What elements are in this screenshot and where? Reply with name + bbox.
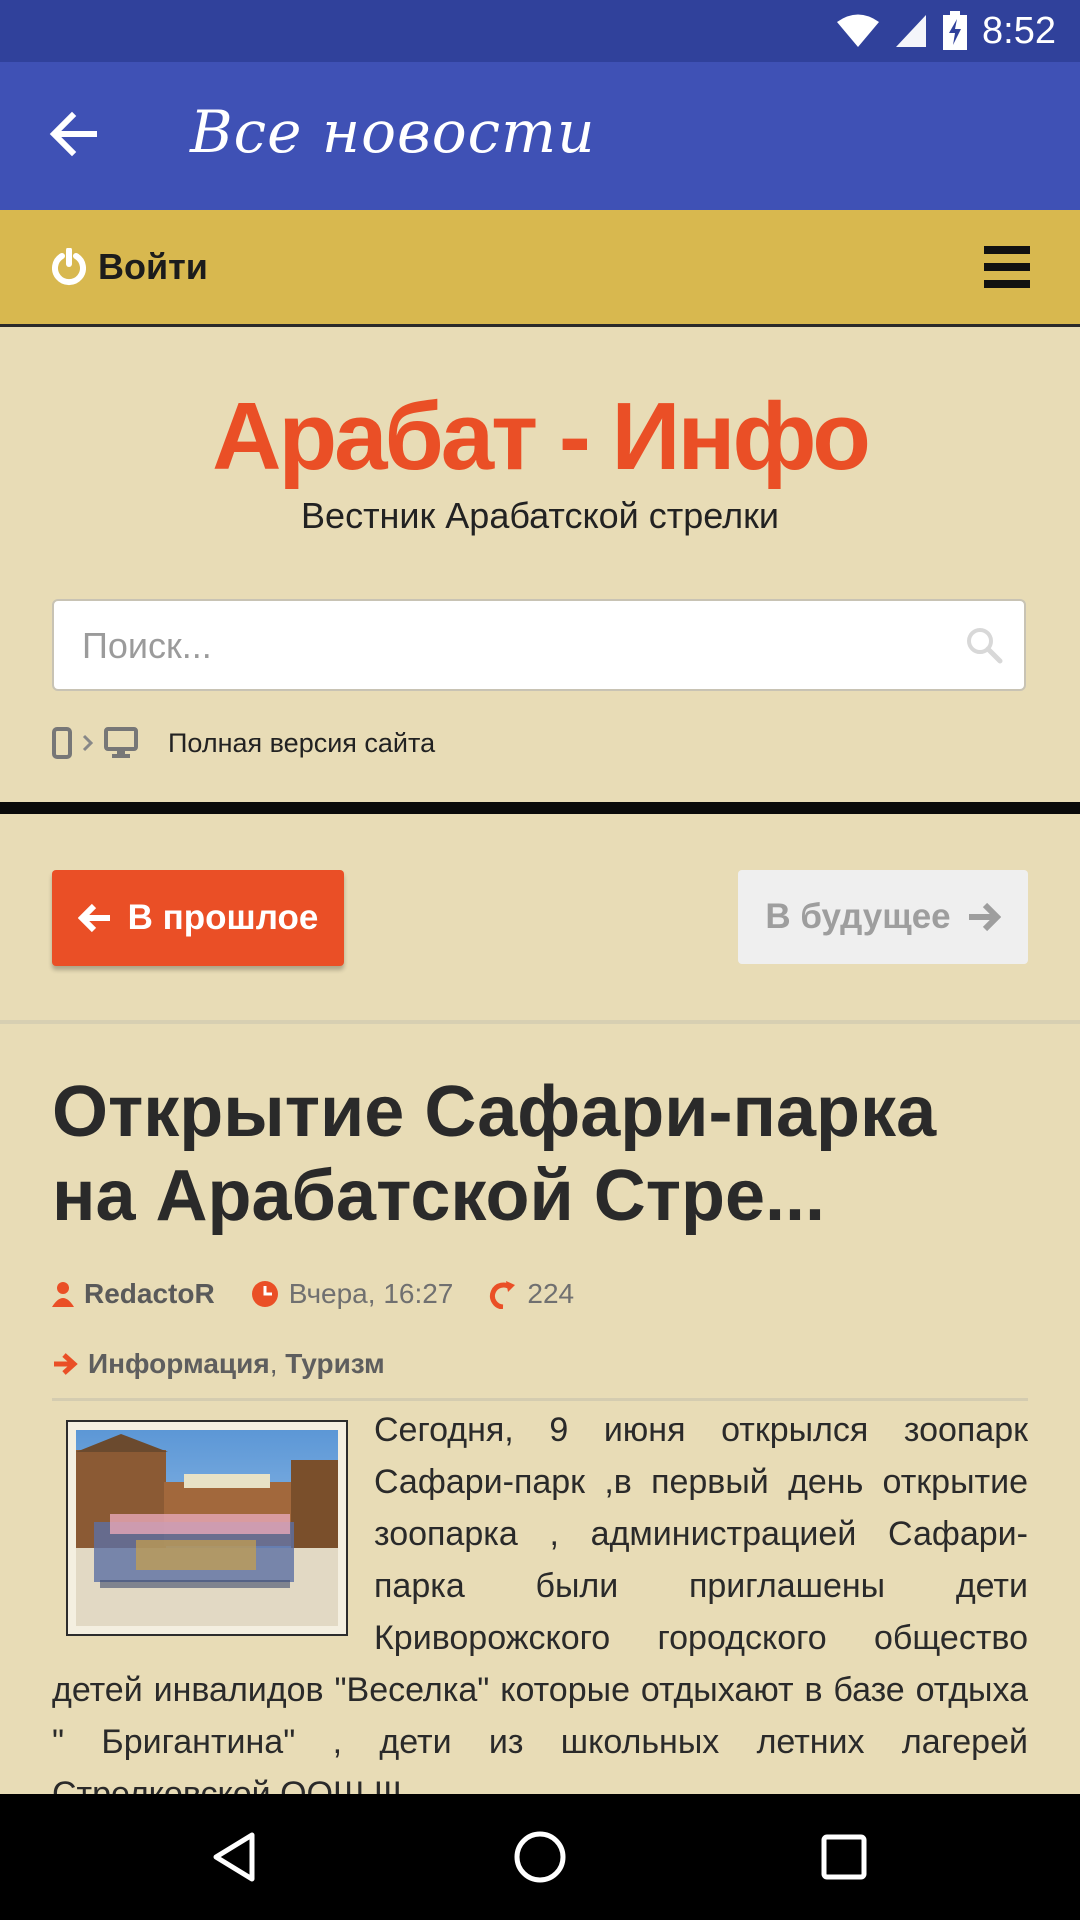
battery-charging-icon [943,11,968,50]
clock: 8:52 [982,9,1056,52]
full-version-label: Полная версия сайта [168,727,436,758]
article-navigation: В прошлое В будущее [0,814,1080,1024]
wifi-icon [837,14,880,47]
app-bar-title: Все новости [190,98,596,166]
recents-square-icon[interactable] [814,1827,874,1887]
author-meta: RedactoR [52,1278,215,1310]
back-arrow-icon[interactable] [44,104,104,164]
article-views: 224 [527,1278,575,1309]
article-body: Сегодня, 9 июня открылся зоопарк Сафари-… [52,1404,1028,1794]
date-meta: Вчера, 16:27 [251,1278,454,1310]
search-icon[interactable] [964,625,1004,665]
system-navigation-bar [0,1794,1080,1920]
article-photo[interactable] [66,1420,348,1636]
login-bar: Войти [0,210,1080,327]
status-bar: 8:52 [0,0,1080,62]
next-article-label: В будущее [765,897,951,936]
signal-icon [896,15,927,47]
status-icons: 8:52 [836,8,1056,54]
login-label: Войти [98,246,208,287]
article-author[interactable]: RedactoR [84,1278,215,1310]
desktop-icon [104,727,138,758]
app-bar: Все новости [0,62,1080,210]
category-link-1[interactable]: Информация [88,1348,270,1379]
arrow-right-icon [54,1353,78,1375]
prev-article-button[interactable]: В прошлое [52,870,344,966]
article-meta: RedactoR Вчера, 16:27 224 [52,1278,610,1310]
power-icon [52,248,86,286]
site-header: Арабат - Инфо Вестник Арабатской стрелки… [0,327,1080,802]
clock-icon [251,1281,278,1307]
views-icon [490,1281,516,1309]
mobile-icon [52,727,72,759]
article-headline[interactable]: Открытие Сафари-парка на Арабатской Стре… [52,1070,1028,1238]
article: Открытие Сафари-парка на Арабатской Стре… [52,1070,1028,1238]
arrow-left-icon [77,903,110,933]
arrow-right-icon [968,902,1001,932]
home-circle-icon[interactable] [510,1827,570,1887]
full-version-link[interactable]: Полная версия сайта [52,727,435,759]
prev-article-label: В прошлое [127,898,319,937]
next-article-button[interactable]: В будущее [738,870,1028,964]
chevron-right-icon [82,734,94,752]
search-box [52,599,1026,691]
site-title[interactable]: Арабат - Инфо [0,382,1080,492]
article-date: Вчера, 16:27 [288,1278,454,1309]
article-categories: Информация, Туризм [52,1348,385,1380]
category-link-2[interactable]: Туризм [285,1348,385,1379]
hamburger-menu-icon[interactable] [984,246,1030,288]
photo-children-group [76,1430,338,1626]
views-meta: 224 [489,1278,574,1310]
user-icon [52,1282,74,1307]
search-input[interactable] [80,617,944,675]
meta-divider [52,1398,1028,1401]
site-tagline: Вестник Арабатской стрелки [301,495,779,536]
category-separator: , [269,1348,278,1379]
login-button[interactable]: Войти [52,246,208,288]
back-triangle-icon[interactable] [206,1827,266,1887]
header-divider [0,802,1080,814]
